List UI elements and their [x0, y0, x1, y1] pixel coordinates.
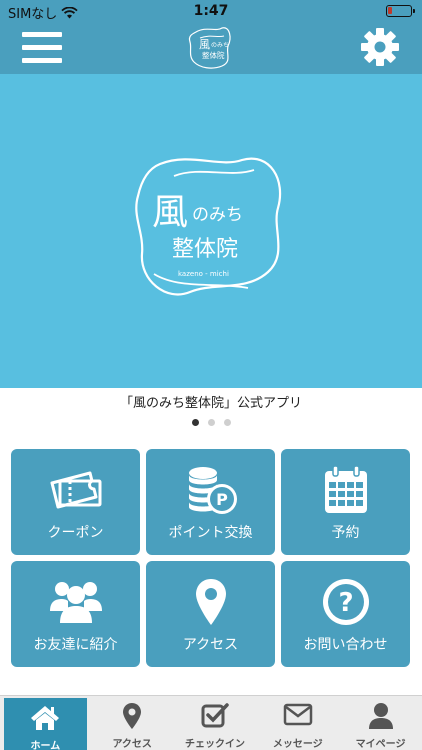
pager-dot[interactable] [207, 419, 215, 426]
calendar-icon [324, 465, 367, 513]
pager-dot[interactable] [191, 419, 199, 426]
svg-text:?: ? [338, 588, 353, 618]
logo-roman-text: kazeno - michi [178, 270, 229, 278]
refer-friend-label: お友達に紹介 [33, 637, 118, 653]
hamburger-menu-icon[interactable] [22, 30, 62, 64]
map-pin-icon [195, 579, 226, 625]
tab-home-label: ホーム [30, 741, 61, 750]
home-icon [31, 706, 60, 730]
logo-main-text: 風 [152, 192, 188, 233]
pager-dot[interactable] [223, 419, 231, 426]
status-bar: SIMなし 1:47 [0, 0, 422, 22]
header-logo: 風 のみち 整体院 [188, 27, 231, 69]
point-exchange-tile[interactable]: P ポイント交換 [146, 449, 275, 555]
app-header: 風 のみち 整体院 [0, 22, 422, 74]
contact-label: お問い合わせ [303, 637, 388, 653]
person-icon [368, 703, 393, 729]
refer-friend-tile[interactable]: お友達に紹介 [11, 561, 140, 667]
tab-mypage-label: マイページ [355, 739, 406, 750]
header-logo-mark: 風 [199, 38, 210, 51]
banner-caption: 「風のみち整体院」公式アプリ [119, 396, 302, 411]
tab-checkin-label: チェックイン [184, 739, 245, 750]
gear-icon[interactable] [360, 27, 400, 67]
tab-access[interactable]: アクセス [91, 696, 174, 750]
reservation-tile[interactable]: 予約 [281, 449, 410, 555]
coupon-label: クーポン [47, 525, 104, 541]
checkbox-icon [201, 703, 229, 728]
battery-icon [386, 5, 415, 17]
reservation-label: 予約 [331, 525, 360, 541]
header-logo-sub: のみち [211, 42, 229, 49]
question-icon: ? [322, 579, 369, 625]
status-time: 1:47 [193, 3, 229, 19]
tab-mypage[interactable]: マイページ [339, 696, 422, 750]
bottom-tab-bar: ホーム アクセス チェックイン メッセージ マイページ [0, 695, 422, 750]
coupon-tile[interactable]: クーポン [11, 449, 140, 555]
access-label: アクセス [182, 637, 239, 653]
menu-grid: クーポン P ポイント交換 予約 お友達に紹介 アクセス ? お問い合わせ [11, 449, 411, 667]
tab-checkin[interactable]: チェックイン [174, 696, 257, 750]
users-icon [49, 582, 102, 623]
clinic-logo: 風 のみち 整体院 kazeno - michi [135, 157, 282, 296]
tab-message[interactable]: メッセージ [256, 696, 339, 750]
ticket-icon [50, 471, 101, 509]
map-pin-icon [123, 703, 142, 729]
header-logo-clinic: 整体院 [202, 50, 225, 60]
logo-sub-text: のみち [192, 205, 243, 225]
carousel-pager [0, 419, 422, 426]
point-exchange-label: ポイント交換 [168, 525, 253, 541]
tab-access-label: アクセス [112, 739, 152, 750]
coins-point-icon: P [188, 467, 237, 514]
envelope-icon [283, 703, 313, 726]
svg-text:P: P [216, 490, 228, 509]
access-tile[interactable]: アクセス [146, 561, 275, 667]
hero-banner[interactable]: 風 のみち 整体院 kazeno - michi [0, 74, 422, 388]
tab-message-label: メッセージ [272, 739, 323, 750]
tab-home[interactable]: ホーム [4, 698, 87, 750]
logo-clinic-text: 整体院 [172, 237, 238, 262]
contact-tile[interactable]: ? お問い合わせ [281, 561, 410, 667]
